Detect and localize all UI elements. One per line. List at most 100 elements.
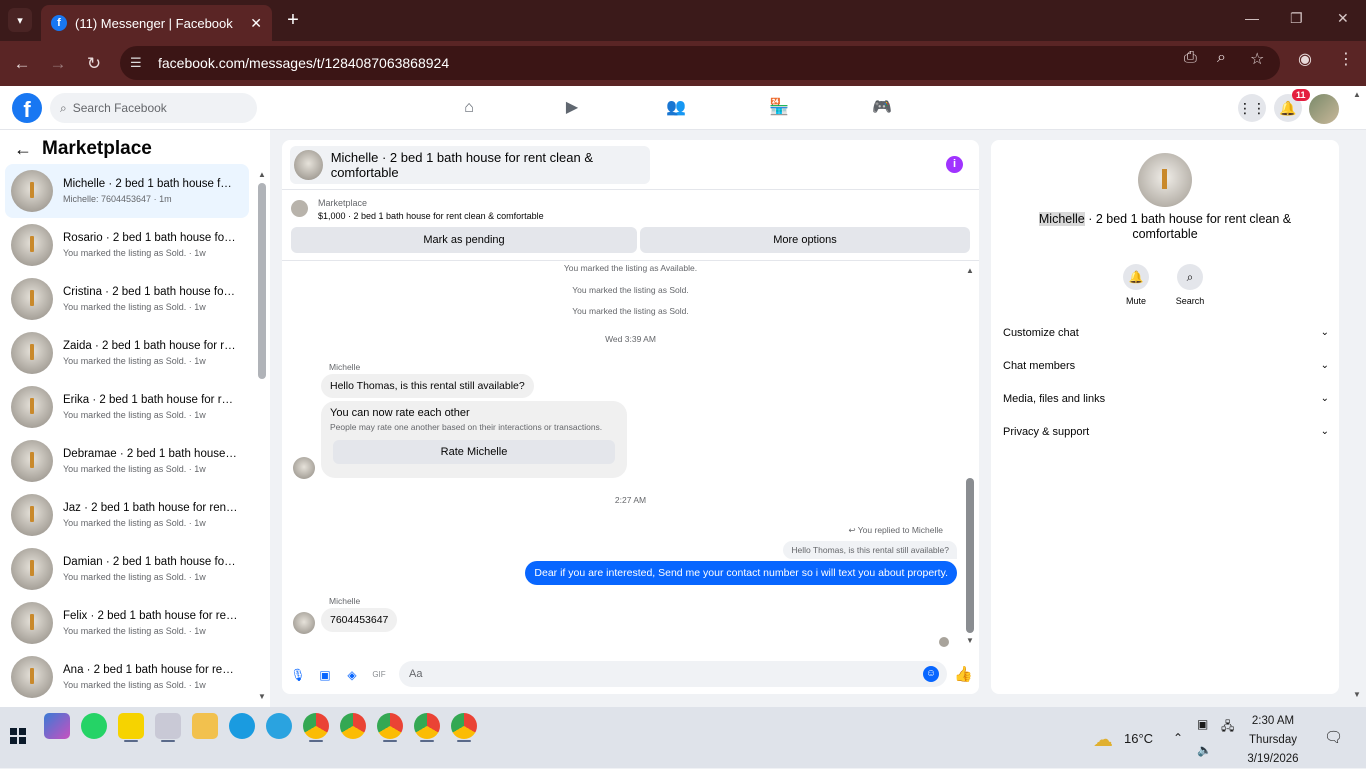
conversation-name: Cristina · 2 bed 1 bath house for rent c… xyxy=(63,286,238,298)
address-bar[interactable]: ☰ facebook.com/messages/t/12840870638689… xyxy=(120,46,1280,80)
chrome-icon[interactable] xyxy=(340,713,366,739)
gaming-icon[interactable]: 🎮 xyxy=(871,97,893,119)
browser-tab-active[interactable]: f (11) Messenger | Facebook ✕ xyxy=(41,5,272,41)
home-icon[interactable]: ⌂ xyxy=(458,97,480,119)
quoted-message[interactable]: Hello Thomas, is this rental still avail… xyxy=(783,541,957,559)
minimize-icon[interactable]: — xyxy=(1245,10,1259,26)
video-icon[interactable]: ▶ xyxy=(561,97,583,119)
rate-michelle-button[interactable]: Rate Michelle xyxy=(333,440,615,464)
incoming-message[interactable]: 7604453647 xyxy=(321,608,398,632)
conversation-item[interactable]: Debramae · 2 bed 1 bath house for rent c… xyxy=(5,434,249,488)
chat-members-row[interactable]: Chat members ⌄ xyxy=(1003,360,1329,380)
mute-button[interactable]: 🔔 Mute xyxy=(1111,264,1161,306)
mark-as-pending-button[interactable]: Mark as pending xyxy=(291,227,637,253)
listing-price-title: $1,000 · 2 bed 1 bath house for rent cle… xyxy=(318,211,544,221)
windows-start-icon[interactable] xyxy=(10,728,26,744)
conversation-item[interactable]: Michelle · 2 bed 1 bath house for rent c… xyxy=(5,164,249,218)
chrome-icon[interactable] xyxy=(414,713,440,742)
chrome-icon[interactable] xyxy=(451,713,477,742)
page-scroll-down-icon[interactable]: ▼ xyxy=(1353,690,1361,699)
conversation-item[interactable]: Zaida · 2 bed 1 bath house for rent clea… xyxy=(5,326,249,380)
conversation-item[interactable]: Rosario · 2 bed 1 bath house for rent cl… xyxy=(5,218,249,272)
new-tab-icon[interactable]: + xyxy=(282,9,304,31)
conversation-name: Rosario · 2 bed 1 bath house for rent cl… xyxy=(63,232,238,244)
copilot-icon[interactable] xyxy=(44,713,70,739)
more-options-button[interactable]: More options xyxy=(640,227,970,253)
site-settings-icon[interactable]: ☰ xyxy=(130,55,152,71)
timestamp: Wed 3:39 AM xyxy=(605,334,656,344)
info-icon[interactable]: i xyxy=(946,156,963,173)
edge-icon[interactable] xyxy=(229,713,255,739)
search-label: Search xyxy=(1175,296,1205,306)
close-window-icon[interactable]: ✕ xyxy=(1337,10,1349,27)
restore-icon[interactable]: ❐ xyxy=(1290,10,1303,27)
zoom-icon[interactable]: ⌕ xyxy=(1217,49,1226,67)
sidebar-scrollbar[interactable] xyxy=(258,170,266,700)
chat-scrollbar[interactable] xyxy=(966,268,974,648)
microphone-icon[interactable]: 🎙 xyxy=(290,667,306,683)
temperature[interactable]: 16°C xyxy=(1124,731,1153,746)
marketplace-sidebar: ← Marketplace Michelle · 2 bed 1 bath ho… xyxy=(0,130,270,707)
incoming-message[interactable]: Hello Thomas, is this rental still avail… xyxy=(321,374,534,398)
conversation-item[interactable]: Felix · 2 bed 1 bath house for rent clea… xyxy=(5,596,249,650)
search-conversation-button[interactable]: ⌕ Search xyxy=(1165,264,1215,306)
rate-card: You can now rate each other People may r… xyxy=(321,401,627,478)
emoji-icon[interactable]: ☺ xyxy=(923,666,939,682)
gif-icon[interactable]: GIF xyxy=(371,667,387,683)
chat-scroll-down-icon[interactable]: ▼ xyxy=(966,636,974,645)
profile-icon[interactable]: ◉ xyxy=(1298,49,1312,69)
conversation-item[interactable]: Jaz · 2 bed 1 bath house for rent clean … xyxy=(5,488,249,542)
chrome-icon[interactable] xyxy=(303,713,329,742)
facebook-logo-icon[interactable]: f xyxy=(12,93,42,123)
pinned-app-icon[interactable] xyxy=(155,713,181,742)
media-files-links-row[interactable]: Media, files and links ⌄ xyxy=(1003,393,1329,413)
sticker-icon[interactable]: ◈ xyxy=(344,667,360,683)
menu-grid-icon[interactable]: ⋮⋮ xyxy=(1238,94,1266,122)
bookmark-star-icon[interactable]: ☆ xyxy=(1250,49,1264,69)
tray-chevron-up-icon[interactable]: ⌃ xyxy=(1173,731,1183,745)
avatar xyxy=(293,612,315,634)
taskbar-clock[interactable]: 2:30 AM Thursday 3/19/2026 xyxy=(1240,712,1306,769)
chevron-down-icon: ⌄ xyxy=(1320,426,1329,437)
weather-cloud-icon[interactable]: ☁ xyxy=(1093,727,1113,752)
message-composer: 🎙 ▣ ◈ GIF Aa ☺ 👍 xyxy=(282,655,979,694)
like-thumbs-up-icon[interactable]: 👍 xyxy=(954,667,973,683)
browser-menu-icon[interactable]: ⋮ xyxy=(1338,49,1354,69)
page-scroll-up-icon[interactable]: ▲ xyxy=(1353,90,1361,99)
back-icon[interactable]: ← xyxy=(11,53,33,75)
install-app-icon[interactable]: ⎙ xyxy=(1184,49,1197,67)
message-input[interactable]: Aa xyxy=(399,661,947,687)
tab-close-icon[interactable]: ✕ xyxy=(250,15,262,32)
facebook-favicon-icon: f xyxy=(51,15,67,31)
sticky-notes-icon[interactable] xyxy=(118,713,144,742)
conversation-item[interactable]: Damian · 2 bed 1 bath house for rent cle… xyxy=(5,542,249,596)
conversation-name: Felix · 2 bed 1 bath house for rent clea… xyxy=(63,610,238,622)
account-avatar[interactable] xyxy=(1309,94,1339,124)
forward-icon[interactable]: → xyxy=(47,53,69,75)
chat-header[interactable]: Michelle · 2 bed 1 bath house for rent c… xyxy=(290,146,650,184)
conversation-item[interactable]: Ana · 2 bed 1 bath house for rent clean … xyxy=(5,650,249,704)
tray-app-icon[interactable]: ▣ xyxy=(1197,717,1208,731)
sidebar-scroll-down-icon[interactable]: ▼ xyxy=(258,692,266,701)
marketplace-icon[interactable]: 🏪 xyxy=(768,97,790,119)
telegram-icon[interactable] xyxy=(266,713,292,739)
notification-center-icon[interactable]: 🗨 xyxy=(1324,728,1343,746)
reload-icon[interactable]: ↻ xyxy=(83,53,105,75)
photo-icon[interactable]: ▣ xyxy=(317,667,333,683)
volume-icon[interactable]: 🔈 xyxy=(1197,743,1212,757)
friends-icon[interactable]: 👥 xyxy=(665,97,687,119)
network-icon[interactable]: 🖧 xyxy=(1221,717,1234,738)
customize-chat-row[interactable]: Customize chat ⌄ xyxy=(1003,327,1329,347)
tab-search-dropdown-icon[interactable]: ▾ xyxy=(8,8,32,32)
privacy-support-row[interactable]: Privacy & support ⌄ xyxy=(1003,426,1329,446)
row-label: Media, files and links xyxy=(1003,393,1106,405)
chrome-icon[interactable] xyxy=(377,713,403,742)
file-explorer-icon[interactable] xyxy=(192,713,218,739)
whatsapp-icon[interactable] xyxy=(81,713,107,739)
conversation-item[interactable]: Cristina · 2 bed 1 bath house for rent c… xyxy=(5,272,249,326)
facebook-search-input[interactable]: ⌕ Search Facebook xyxy=(50,93,257,123)
outgoing-message[interactable]: Dear if you are interested, Send me your… xyxy=(525,561,957,585)
mute-label: Mute xyxy=(1125,296,1146,306)
back-arrow-icon[interactable]: ← xyxy=(14,139,32,160)
conversation-item[interactable]: Erika · 2 bed 1 bath house for rent clea… xyxy=(5,380,249,434)
